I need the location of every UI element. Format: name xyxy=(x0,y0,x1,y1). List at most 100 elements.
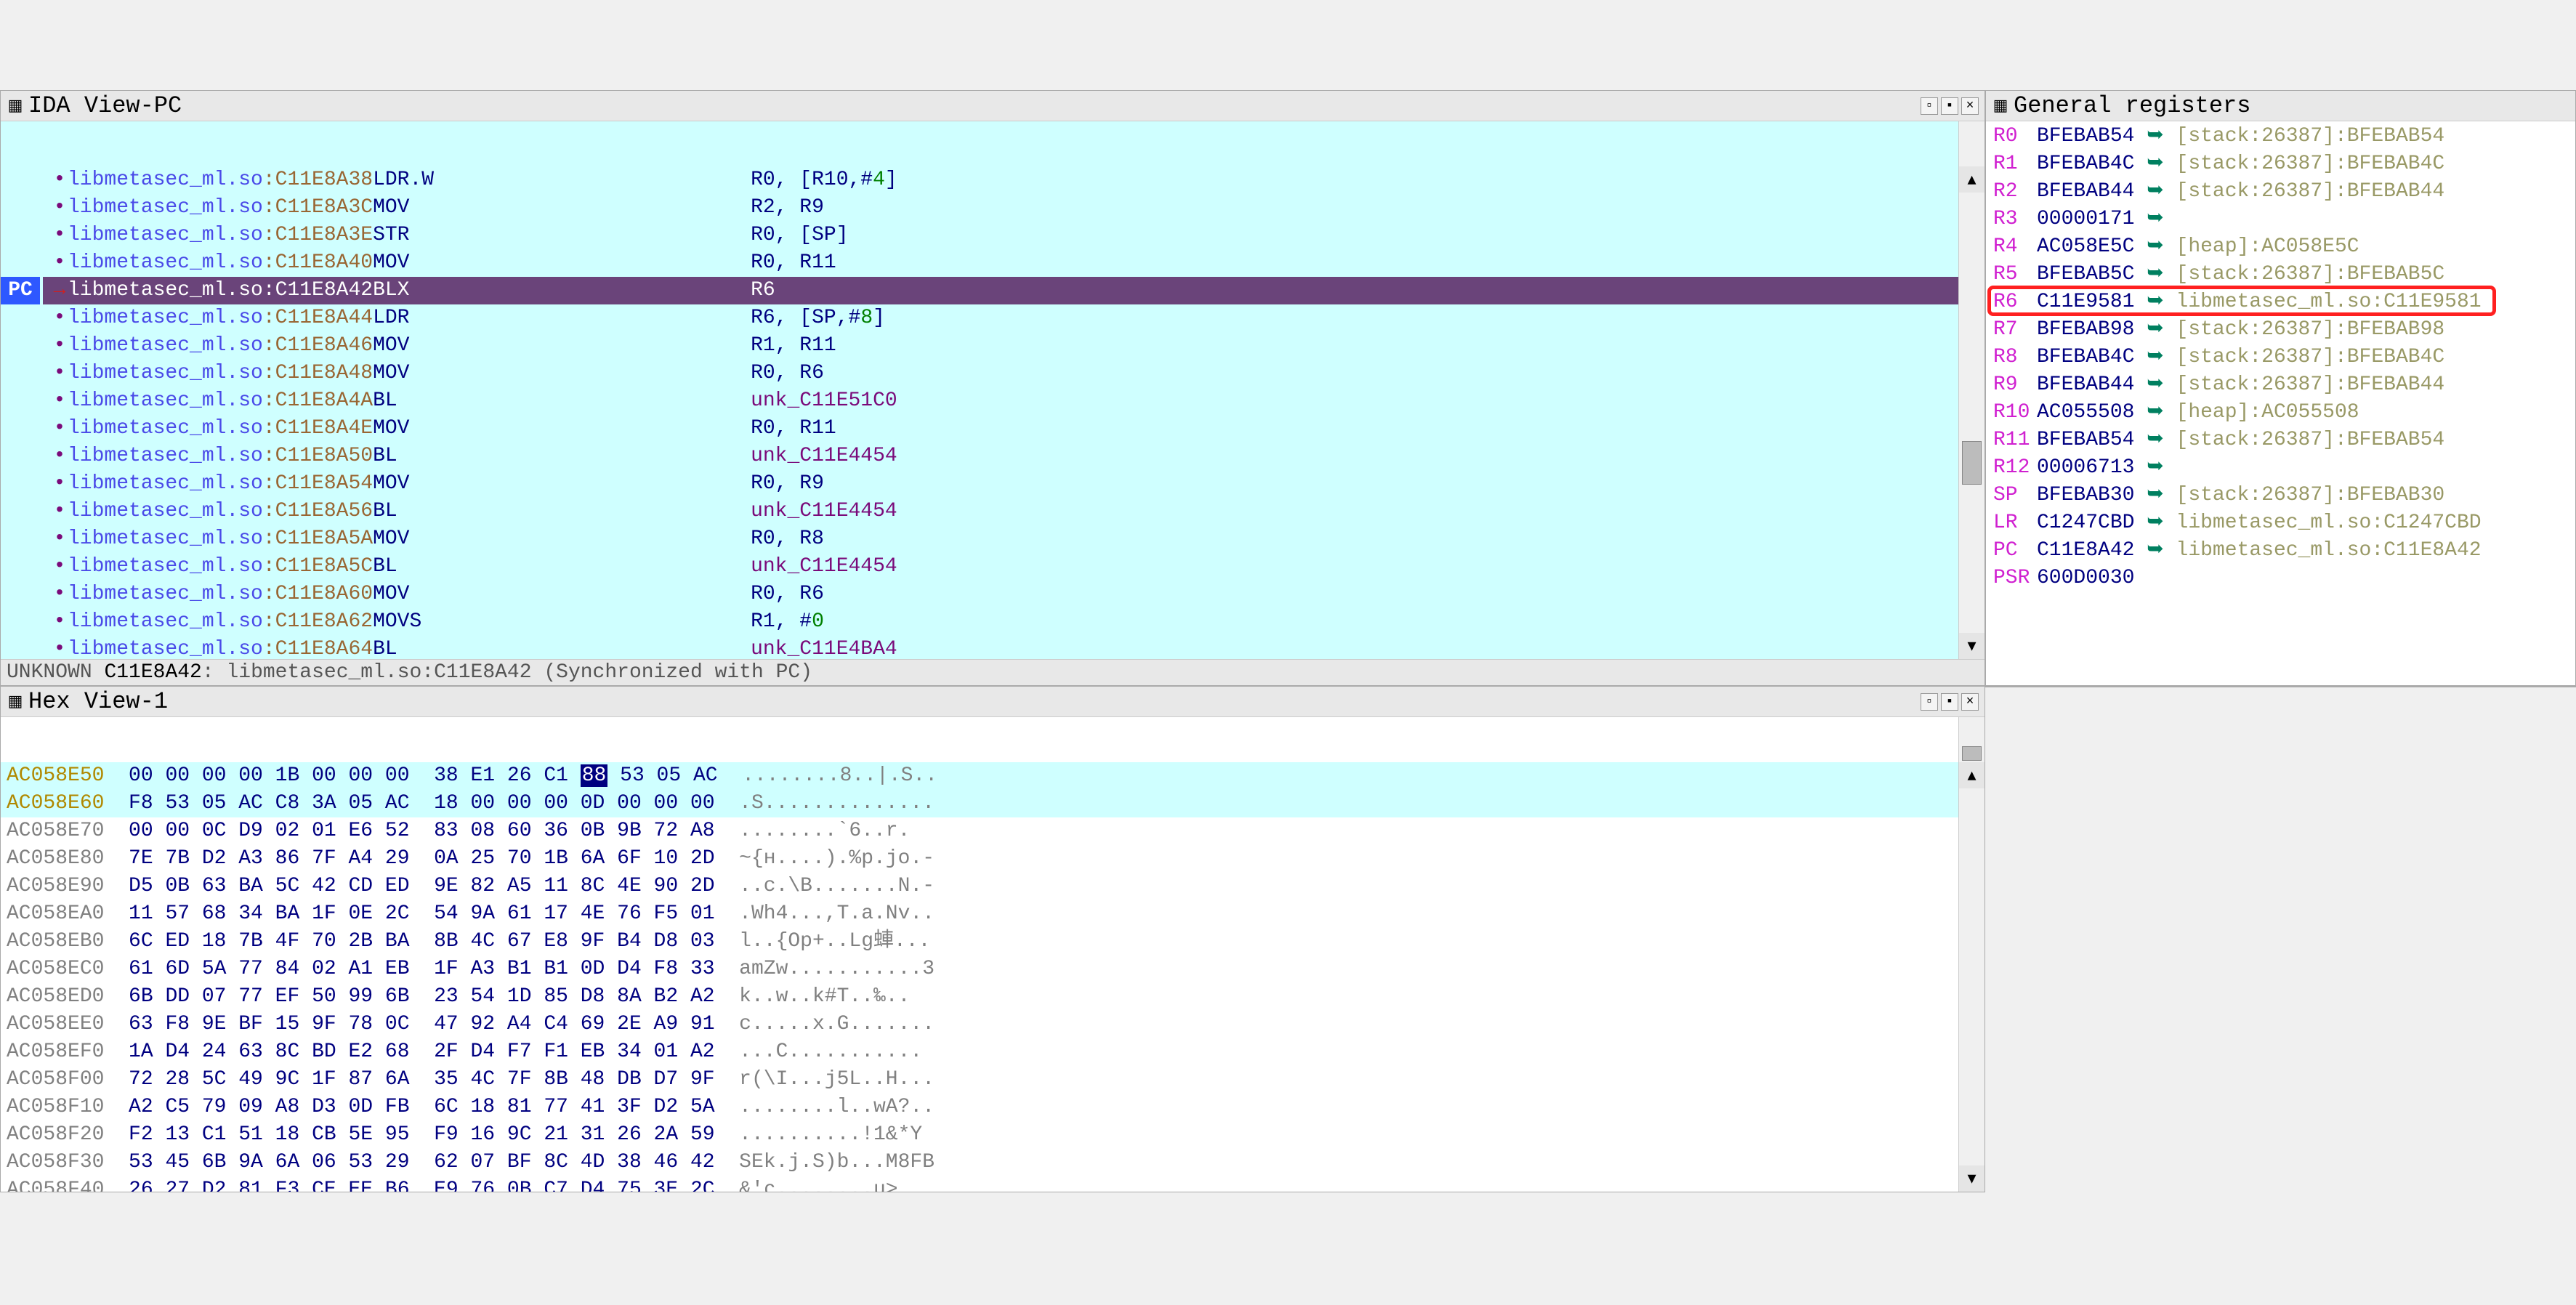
jump-arrow-icon[interactable]: ➥ xyxy=(2147,208,2163,230)
hex-row[interactable]: AC058ED0 6B DD 07 77 EF 50 99 6B 23 54 1… xyxy=(1,983,1985,1011)
register-row[interactable]: SPBFEBAB30 ➥ [stack:26387]:BFEBAB30 xyxy=(1993,482,2568,509)
register-value: BFEBAB30 xyxy=(2037,484,2134,506)
asm-row[interactable]: •libmetasec_ml.so:C11E8A5A MOVR0, R8 xyxy=(43,525,1985,553)
hex-ascii: ........`6..r. xyxy=(739,820,910,842)
jump-arrow-icon[interactable]: ➥ xyxy=(2147,429,2163,451)
hex-view-body[interactable]: AC058E50 00 00 00 00 1B 00 00 00 38 E1 2… xyxy=(1,717,1985,1192)
asm-row[interactable]: •libmetasec_ml.so:C11E8A4A BLunk_C11E51C… xyxy=(43,387,1985,415)
register-row[interactable]: R1200006713 ➥ xyxy=(1993,454,2568,482)
vertical-scrollbar[interactable]: ▴ ▾ xyxy=(1958,121,1985,659)
jump-arrow-icon[interactable]: ➥ xyxy=(2147,539,2163,562)
hex-row[interactable]: AC058E50 00 00 00 00 1B 00 00 00 38 E1 2… xyxy=(1,762,1985,790)
asm-row[interactable]: •libmetasec_ml.so:C11E8A54 MOVR0, R9 xyxy=(43,470,1985,498)
scroll-up-arrow[interactable]: ▴ xyxy=(1959,166,1985,193)
bullet-icon: • xyxy=(52,581,68,608)
register-row[interactable]: PCC11E8A42 ➥ libmetasec_ml.so:C11E8A42 xyxy=(1993,537,2568,565)
register-name: R11 xyxy=(1993,427,2037,454)
jump-arrow-icon[interactable]: ➥ xyxy=(2147,125,2163,148)
jump-arrow-icon[interactable]: ➥ xyxy=(2147,346,2163,368)
asm-row[interactable]: •libmetasec_ml.so:C11E8A3C MOVR2, R9 xyxy=(43,194,1985,222)
jump-arrow-icon[interactable]: ➥ xyxy=(2147,456,2163,479)
asm-row[interactable]: •libmetasec_ml.so:C11E8A48 MOVR0, R6 xyxy=(43,360,1985,387)
hex-address: AC058F30 xyxy=(7,1151,104,1173)
hex-row[interactable]: AC058EC0 61 6D 5A 77 84 02 A1 EB 1F A3 B… xyxy=(1,955,1985,983)
asm-mnemonic: BL xyxy=(373,387,533,415)
register-row[interactable]: R2BFEBAB44 ➥ [stack:26387]:BFEBAB44 xyxy=(1993,178,2568,206)
asm-row[interactable]: •libmetasec_ml.so:C11E8A5C BLunk_C11E445… xyxy=(43,553,1985,581)
register-desc: libmetasec_ml.so:C11E9581 xyxy=(2176,291,2482,313)
scroll-down-arrow[interactable]: ▾ xyxy=(1959,1165,1985,1192)
asm-mnemonic: LDR.W xyxy=(373,166,533,194)
register-row[interactable]: R8BFEBAB4C ➥ [stack:26387]:BFEBAB4C xyxy=(1993,344,2568,371)
register-row[interactable]: R6C11E9581 ➥ libmetasec_ml.so:C11E9581 xyxy=(1993,288,2568,316)
register-row[interactable]: R9BFEBAB44 ➥ [stack:26387]:BFEBAB44 xyxy=(1993,371,2568,399)
hex-row[interactable]: AC058E70 00 00 0C D9 02 01 E6 52 83 08 6… xyxy=(1,817,1985,845)
asm-row[interactable]: •libmetasec_ml.so:C11E8A46 MOVR1, R11 xyxy=(43,332,1985,360)
scroll-thumb[interactable] xyxy=(1962,746,1982,761)
register-row[interactable]: R1BFEBAB4C ➥ [stack:26387]:BFEBAB4C xyxy=(1993,150,2568,178)
restore-button[interactable]: ▫ xyxy=(1921,693,1938,711)
jump-arrow-icon[interactable]: ➥ xyxy=(2147,512,2163,534)
close-button[interactable]: × xyxy=(1961,97,1979,115)
jump-arrow-icon[interactable]: ➥ xyxy=(2147,153,2163,175)
asm-row[interactable]: •libmetasec_ml.so:C11E8A4E MOVR0, R11 xyxy=(43,415,1985,443)
jump-arrow-icon[interactable]: ➥ xyxy=(2147,291,2163,313)
jump-arrow-icon[interactable]: ➥ xyxy=(2147,235,2163,258)
ida-view-body[interactable]: •libmetasec_ml.so:C11E8A38 LDR.WR0, [R10… xyxy=(1,121,1985,659)
hex-row[interactable]: AC058E60 F8 53 05 AC C8 3A 05 AC 18 00 0… xyxy=(1,790,1985,817)
register-row[interactable]: R300000171 ➥ xyxy=(1993,206,2568,233)
asm-row[interactable]: •libmetasec_ml.so:C11E8A64 BLunk_C11E4BA… xyxy=(43,636,1985,659)
hex-row[interactable]: AC058EE0 63 F8 9E BF 15 9F 78 0C 47 92 A… xyxy=(1,1011,1985,1038)
register-row[interactable]: R7BFEBAB98 ➥ [stack:26387]:BFEBAB98 xyxy=(1993,316,2568,344)
register-row[interactable]: R0BFEBAB54 ➥ [stack:26387]:BFEBAB54 xyxy=(1993,123,2568,150)
asm-row[interactable]: •libmetasec_ml.so:C11E8A56 BLunk_C11E445… xyxy=(43,498,1985,525)
registers-body[interactable]: R0BFEBAB54 ➥ [stack:26387]:BFEBAB54R1BFE… xyxy=(1986,121,2575,685)
hex-row[interactable]: AC058EF0 1A D4 24 63 8C BD E2 68 2F D4 F… xyxy=(1,1038,1985,1066)
vertical-scrollbar[interactable]: ▴ ▾ xyxy=(1958,717,1985,1192)
asm-row[interactable]: •libmetasec_ml.so:C11E8A44 LDRR6, [SP,#8… xyxy=(43,304,1985,332)
jump-arrow-icon[interactable]: ➥ xyxy=(2147,373,2163,396)
hex-icon: ▦ xyxy=(7,693,24,711)
asm-row[interactable]: •libmetasec_ml.so:C11E8A62 MOVSR1, #0 xyxy=(43,608,1985,636)
restore-button[interactable]: ▫ xyxy=(1921,97,1938,115)
register-row[interactable]: R4AC058E5C ➥ [heap]:AC058E5C xyxy=(1993,233,2568,261)
jump-arrow-icon[interactable]: ➥ xyxy=(2147,318,2163,341)
maximize-button[interactable]: ▪ xyxy=(1941,693,1958,711)
asm-row[interactable]: •libmetasec_ml.so:C11E8A3E STRR0, [SP] xyxy=(43,222,1985,249)
jump-arrow-icon[interactable]: ➥ xyxy=(2147,263,2163,286)
jump-arrow-icon[interactable]: ➥ xyxy=(2147,401,2163,424)
register-row[interactable]: R11BFEBAB54 ➥ [stack:26387]:BFEBAB54 xyxy=(1993,427,2568,454)
jump-arrow-icon[interactable]: ➥ xyxy=(2147,180,2163,203)
register-desc: [stack:26387]:BFEBAB98 xyxy=(2176,318,2445,341)
asm-row[interactable]: •libmetasec_ml.so:C11E8A40 MOVR0, R11 xyxy=(43,249,1985,277)
hex-row[interactable]: AC058F10 A2 C5 79 09 A8 D3 0D FB 6C 18 8… xyxy=(1,1094,1985,1121)
register-row[interactable]: PSR600D0030 xyxy=(1993,565,2568,592)
register-name: R6 xyxy=(1993,288,2037,316)
jump-arrow-icon[interactable]: ➥ xyxy=(2147,484,2163,506)
hex-row[interactable]: AC058F20 F2 13 C1 51 18 CB 5E 95 F9 16 9… xyxy=(1,1121,1985,1149)
hex-row[interactable]: AC058F30 53 45 6B 9A 6A 06 53 29 62 07 B… xyxy=(1,1149,1985,1176)
scroll-thumb[interactable] xyxy=(1962,441,1982,485)
asm-row[interactable]: PC→libmetasec_ml.so:C11E8A42 BLXR6 xyxy=(43,277,1985,304)
bullet-icon: • xyxy=(52,222,68,249)
scroll-up-arrow[interactable]: ▴ xyxy=(1959,762,1985,788)
asm-row[interactable]: •libmetasec_ml.so:C11E8A50 BLunk_C11E445… xyxy=(43,443,1985,470)
register-row[interactable]: LRC1247CBD ➥ libmetasec_ml.so:C1247CBD xyxy=(1993,509,2568,537)
maximize-button[interactable]: ▪ xyxy=(1941,97,1958,115)
hex-row[interactable]: AC058EB0 6C ED 18 7B 4F 70 2B BA 8B 4C 6… xyxy=(1,928,1985,955)
bullet-icon: • xyxy=(52,608,68,636)
register-row[interactable]: R10AC055508 ➥ [heap]:AC055508 xyxy=(1993,399,2568,427)
hex-row[interactable]: AC058F00 72 28 5C 49 9C 1F 87 6A 35 4C 7… xyxy=(1,1066,1985,1094)
hex-row[interactable]: AC058E90 D5 0B 63 BA 5C 42 CD ED 9E 82 A… xyxy=(1,873,1985,900)
hex-row[interactable]: AC058EA0 11 57 68 34 BA 1F 0E 2C 54 9A 6… xyxy=(1,900,1985,928)
asm-row[interactable]: •libmetasec_ml.so:C11E8A38 LDR.WR0, [R10… xyxy=(43,166,1985,194)
register-value: BFEBAB5C xyxy=(2037,263,2134,286)
asm-row[interactable]: •libmetasec_ml.so:C11E8A60 MOVR0, R6 xyxy=(43,581,1985,608)
close-button[interactable]: × xyxy=(1961,693,1979,711)
hex-row[interactable]: AC058F40 26 27 D2 81 F3 CE EE B6 E9 76 0… xyxy=(1,1176,1985,1192)
register-row[interactable]: R5BFEBAB5C ➥ [stack:26387]:BFEBAB5C xyxy=(1993,261,2568,288)
scroll-down-arrow[interactable]: ▾ xyxy=(1959,633,1985,659)
register-value: BFEBAB54 xyxy=(2037,429,2134,451)
hex-row[interactable]: AC058E80 7E 7B D2 A3 86 7F A4 29 0A 25 7… xyxy=(1,845,1985,873)
asm-address: libmetasec_ml.so:C11E8A3C xyxy=(68,194,373,222)
